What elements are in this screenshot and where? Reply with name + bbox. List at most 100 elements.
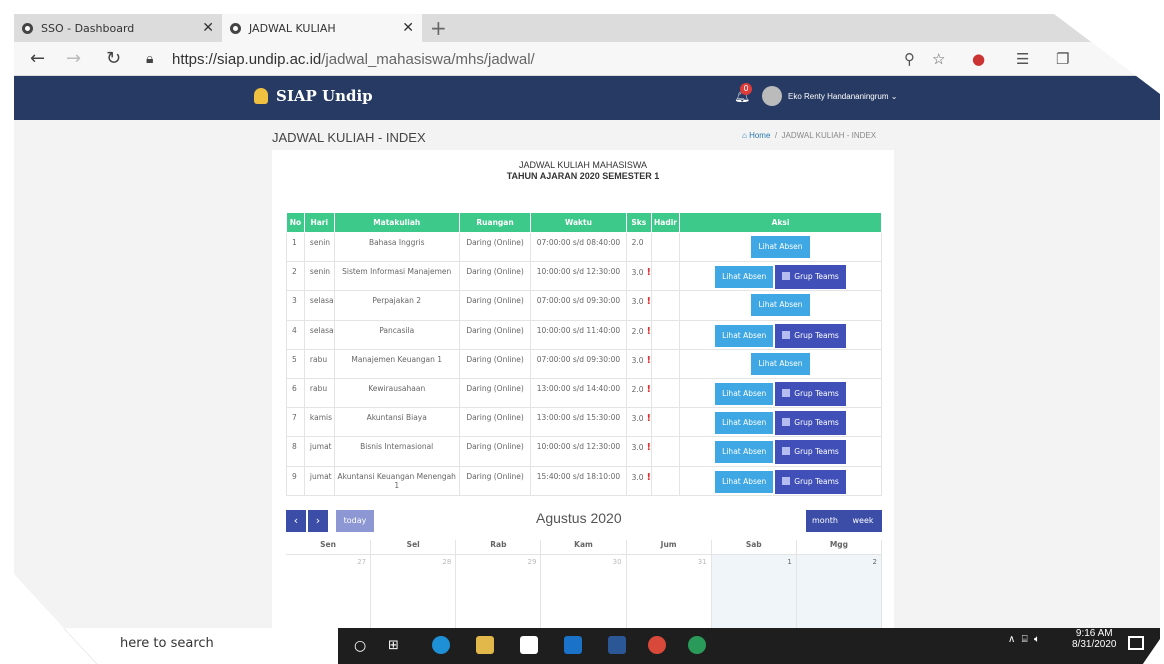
cell-hadir: [651, 290, 680, 321]
grup-teams-button[interactable]: Grup Teams: [775, 440, 846, 465]
refresh-icon[interactable]: ↻: [106, 48, 121, 69]
teams-icon: [782, 330, 791, 339]
mail-icon[interactable]: [564, 636, 582, 654]
lock-icon: 🔒︎: [146, 51, 154, 67]
cell-sks: 3.0: [631, 268, 644, 278]
cell-sks: 2.0: [631, 238, 644, 247]
lihat-absen-button[interactable]: Lihat Absen: [715, 441, 774, 464]
cell-no: 8: [292, 442, 297, 452]
lihat-absen-button[interactable]: Lihat Absen: [715, 324, 774, 347]
cell-sks: 3.0: [631, 414, 644, 424]
breadcrumb-home[interactable]: ⌂ Home: [742, 131, 770, 140]
calendar-month-title: Agustus 2020: [536, 510, 622, 526]
cell-waktu: 07:00:00 s/d 09:30:00: [536, 296, 621, 306]
cell-hadir: [651, 319, 680, 350]
grup-teams-button[interactable]: Grup Teams: [775, 323, 846, 348]
brand[interactable]: SIAP Undip: [254, 87, 373, 105]
cell-sks: 2.0: [631, 384, 644, 394]
collections-icon[interactable]: ❐: [1056, 50, 1069, 68]
tab-bar: SSO - Dashboard ✕ JADWAL KULIAH ✕ +: [14, 14, 1160, 42]
calendar-week-button[interactable]: week: [844, 510, 882, 532]
url-field[interactable]: https://siap.undip.ac.id/jadwal_mahasisw…: [172, 51, 535, 68]
cell-aksi: Lihat Absen Grup Teams: [679, 436, 882, 467]
table-row: 2 senin Sistem Informasi Manajemen Daring (…: [286, 261, 882, 292]
cell-ruang: Daring (Online): [466, 471, 524, 481]
lihat-absen-button[interactable]: Lihat Absen: [751, 294, 810, 317]
column-header: Aksi: [679, 212, 882, 233]
cell-mk: Bahasa Inggris: [368, 238, 425, 247]
back-icon[interactable]: ←: [30, 48, 45, 69]
calendar-day-headers: Sen Sel Rab Kam Jum Sab Mgg: [286, 540, 882, 554]
edge-icon[interactable]: [432, 636, 450, 654]
lihat-absen-button[interactable]: Lihat Absen: [715, 412, 774, 435]
cell-aksi: Lihat Absen Grup Teams: [679, 465, 882, 496]
forward-icon[interactable]: →: [66, 48, 81, 69]
chrome-icon[interactable]: [648, 636, 666, 654]
cell-hari: jumat: [309, 442, 332, 452]
warning-mark: !: [646, 383, 652, 395]
cell-hadir: [651, 261, 680, 292]
favicon-icon: [230, 22, 241, 34]
calendar-next-button[interactable]: ›: [308, 510, 328, 532]
calendar-day-header: Sel: [371, 540, 457, 554]
tab-sso-dashboard[interactable]: SSO - Dashboard ✕: [22, 14, 222, 42]
cell-hari: jumat: [309, 471, 332, 481]
cell-hari: selasa: [309, 296, 334, 306]
zoom-icon[interactable]: ⚲: [904, 50, 915, 68]
grup-teams-button[interactable]: Grup Teams: [775, 469, 846, 494]
cell-sks: 3.0: [631, 355, 644, 365]
word-icon[interactable]: [608, 636, 626, 654]
lihat-absen-button[interactable]: Lihat Absen: [715, 382, 774, 405]
favorite-icon[interactable]: ☆: [932, 50, 945, 68]
user-menu[interactable]: Eko Renty Handananingrum ⌄: [788, 92, 897, 101]
cell-no: 2: [292, 267, 297, 277]
cell-ruang: Daring (Online): [466, 267, 524, 277]
notification-icon[interactable]: [1128, 636, 1144, 650]
lihat-absen-button[interactable]: Lihat Absen: [715, 470, 774, 493]
file-explorer-icon[interactable]: [476, 636, 494, 654]
calendar-prev-button[interactable]: ‹: [286, 510, 306, 532]
cell-hadir: [651, 465, 680, 496]
cell-aksi: Lihat Absen Grup Teams: [679, 319, 882, 350]
lihat-absen-button[interactable]: Lihat Absen: [715, 266, 774, 289]
store-icon[interactable]: [520, 636, 538, 654]
app-icon[interactable]: [688, 636, 706, 654]
favorites-list-icon[interactable]: ☰: [1016, 50, 1029, 68]
tab-label: JADWAL KULIAH: [249, 21, 336, 35]
calendar-today-button[interactable]: today: [336, 510, 374, 532]
new-tab-icon[interactable]: +: [430, 16, 447, 40]
lihat-absen-button[interactable]: Lihat Absen: [751, 352, 810, 375]
table-row: 8 jumat Bisnis Internasional Daring (Online…: [286, 436, 882, 467]
avatar[interactable]: [762, 86, 782, 106]
taskbar-search[interactable]: here to search: [14, 628, 338, 664]
grup-teams-button[interactable]: Grup Teams: [775, 411, 846, 436]
task-view-icon[interactable]: ⊞: [388, 638, 406, 656]
clock[interactable]: 9:16 AM 8/31/2020: [1072, 628, 1117, 650]
lihat-absen-button[interactable]: Lihat Absen: [751, 236, 810, 258]
cell-ruang: Daring (Online): [466, 238, 524, 247]
favicon-icon: [22, 22, 33, 34]
grup-teams-button[interactable]: Grup Teams: [775, 265, 846, 290]
tab-jadwal-kuliah[interactable]: JADWAL KULIAH ✕: [222, 14, 422, 42]
table-row: 3 selasa Perpajakan 2 Daring (Online) 07:00:…: [286, 290, 882, 321]
calendar-day-header: Rab: [456, 540, 542, 554]
cell-hari: selasa: [309, 325, 334, 335]
calendar-month-button[interactable]: month: [806, 510, 844, 532]
bell-icon[interactable]: 🔔︎ 0: [734, 83, 752, 104]
teams-icon: [782, 272, 791, 281]
calendar-day-header: Sen: [286, 540, 372, 554]
teams-icon: [782, 476, 791, 485]
close-tab-icon[interactable]: ✕: [402, 20, 414, 36]
column-header: Matakuliah: [333, 212, 460, 233]
column-header: Ruangan: [458, 212, 532, 233]
extension-icon[interactable]: ●: [972, 50, 985, 68]
teams-icon: [782, 388, 791, 397]
grup-teams-button[interactable]: Grup Teams: [775, 381, 846, 406]
cortana-icon[interactable]: ○: [354, 638, 372, 656]
close-tab-icon[interactable]: ✕: [202, 20, 214, 36]
calendar-day-header: Jum: [627, 540, 712, 554]
cell-sks: 3.0: [631, 297, 644, 307]
cell-mk: Akuntansi Biaya: [366, 413, 427, 423]
system-tray[interactable]: ∧ ⌸ 🔈︎: [1008, 634, 1040, 645]
calendar-day-header: Sab: [712, 540, 797, 554]
